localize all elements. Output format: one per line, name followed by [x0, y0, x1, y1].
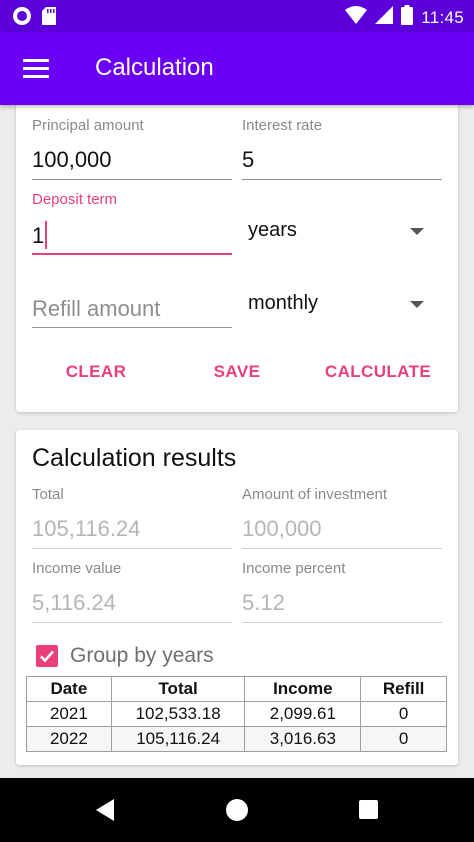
table-cell: 0 [360, 701, 447, 727]
table-cell: 2021 [26, 701, 112, 727]
refill-amount-placeholder: Refill amount [32, 296, 161, 321]
table-header-row: Date Total Income Refill [26, 676, 447, 702]
income-value-value: 5,116.24 [32, 590, 117, 615]
clear-button[interactable]: CLEAR [46, 362, 146, 382]
back-icon[interactable] [96, 799, 114, 821]
income-percent-value: 5.12 [242, 590, 285, 615]
results-title: Calculation results [32, 444, 237, 472]
column-header: Date [26, 676, 112, 702]
status-time: 11:45 [421, 7, 464, 27]
navigation-bar [0, 778, 474, 842]
circle-notification-icon [12, 6, 32, 31]
table-cell: 0 [360, 726, 447, 752]
group-by-years-row[interactable]: Group by years [36, 644, 214, 668]
interest-rate-value: 5 [242, 147, 255, 172]
deposit-term-field[interactable]: Deposit term 1 [32, 191, 232, 257]
refill-period-selected: monthly [248, 292, 319, 314]
principal-amount-label: Principal amount [32, 117, 144, 134]
status-bar: 11:45 [0, 0, 474, 32]
deposit-term-value: 1 [32, 223, 45, 248]
sd-card-icon [42, 7, 56, 30]
income-value-label: Income value [32, 560, 122, 577]
table-cell: 102,533.18 [110, 701, 246, 727]
group-by-years-checkbox[interactable] [36, 645, 58, 667]
column-header: Total [110, 676, 246, 702]
column-header: Refill [360, 676, 447, 702]
term-unit-dropdown[interactable]: years [248, 219, 424, 247]
recent-apps-icon[interactable] [359, 800, 378, 819]
page-title: Calculation [95, 54, 214, 81]
table-row: 2022 105,116.24 3,016.63 0 [26, 726, 447, 752]
income-percent-label: Income percent [242, 560, 346, 577]
refill-period-dropdown[interactable]: monthly [248, 292, 424, 320]
group-by-years-label: Group by years [70, 644, 214, 667]
column-header: Income [244, 676, 362, 702]
total-label: Total [32, 486, 64, 503]
results-card: Calculation results Total 105,116.24 Amo… [16, 430, 458, 765]
investment-label: Amount of investment [242, 486, 388, 503]
hamburger-menu-icon[interactable] [18, 52, 54, 84]
signal-icon [375, 6, 394, 29]
table-row: 2021 102,533.18 2,099.61 0 [26, 701, 447, 727]
income-value-field: Income value 5,116.24 [32, 560, 232, 624]
save-button[interactable]: SAVE [187, 362, 287, 382]
principal-amount-value: 100,000 [32, 147, 112, 172]
principal-amount-field[interactable]: Principal amount 100,000 [32, 117, 232, 181]
total-field: Total 105,116.24 [32, 486, 232, 550]
dropdown-arrow-icon [410, 228, 424, 235]
refill-amount-field[interactable]: Refill amount [32, 290, 232, 330]
input-card: Principal amount 100,000 Interest rate 5… [16, 100, 458, 412]
text-cursor [45, 221, 48, 250]
table-cell: 3,016.63 [244, 726, 362, 752]
battery-icon [401, 5, 414, 30]
income-percent-field: Income percent 5.12 [242, 560, 442, 624]
interest-rate-field[interactable]: Interest rate 5 [242, 117, 442, 181]
table-cell: 2,099.61 [244, 701, 362, 727]
interest-rate-label: Interest rate [242, 117, 323, 134]
deposit-term-label: Deposit term [32, 191, 118, 208]
term-unit-selected: years [248, 219, 297, 241]
table-cell: 105,116.24 [110, 726, 246, 752]
wifi-icon [345, 6, 368, 29]
calculate-button[interactable]: CALCULATE [316, 362, 440, 382]
table-cell: 2022 [26, 726, 112, 752]
checkmark-icon [40, 650, 54, 663]
dropdown-arrow-icon [410, 301, 424, 308]
results-table: Date Total Income Refill 2021 102,533.18… [26, 676, 447, 752]
app-bar: Calculation [0, 32, 474, 105]
home-icon[interactable] [226, 799, 248, 821]
total-value: 105,116.24 [32, 516, 141, 541]
investment-value: 100,000 [242, 516, 322, 541]
investment-field: Amount of investment 100,000 [242, 486, 442, 550]
